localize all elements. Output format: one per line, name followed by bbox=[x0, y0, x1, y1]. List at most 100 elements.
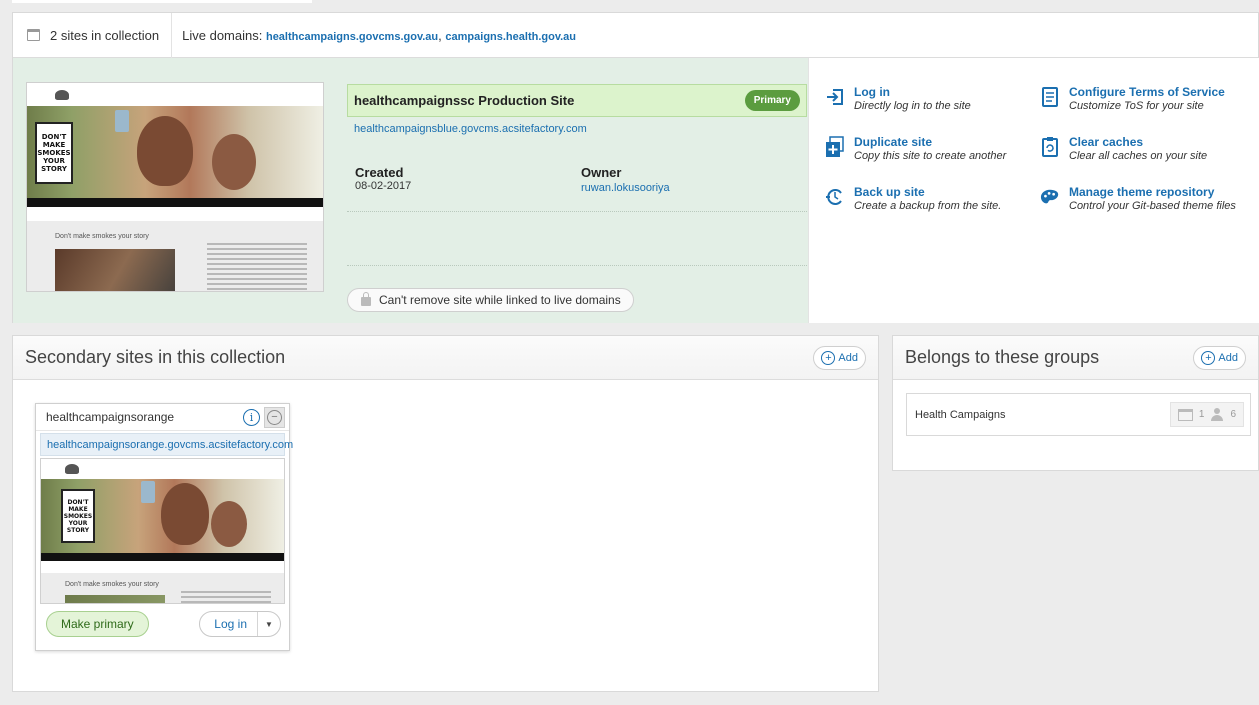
preview-bar bbox=[27, 198, 323, 207]
person-shape bbox=[137, 116, 193, 186]
primary-site-thumbnail[interactable]: DON'T MAKE SMOKES YOUR STORY Don't make smok… bbox=[26, 82, 324, 292]
secondary-site-card-header: healthcampaignsorange i − bbox=[36, 404, 289, 431]
action-title: Back up site bbox=[854, 185, 925, 199]
secondary-sites-heading: Secondary sites in this collection bbox=[25, 347, 286, 367]
primary-site-title: healthcampaignssc Production Site bbox=[354, 93, 575, 108]
plus-circle-icon: + bbox=[1201, 350, 1216, 365]
action-manage-theme-repository[interactable]: Manage theme repository Control your Git-… bbox=[1040, 185, 1236, 213]
action-duplicate-site[interactable]: Duplicate site Copy this site to create a… bbox=[825, 135, 1006, 163]
group-item[interactable]: Health Campaigns 1 6 bbox=[906, 393, 1251, 436]
user-icon bbox=[1210, 408, 1224, 421]
caret-down-icon[interactable]: ▼ bbox=[258, 620, 280, 629]
owner-label: Owner bbox=[581, 165, 622, 180]
preview-intro: Don't make smokes your story bbox=[55, 233, 149, 240]
group-user-count: 6 bbox=[1230, 409, 1236, 420]
preview-sign: DON'T MAKE SMOKES YOUR STORY bbox=[35, 122, 73, 184]
collection-panel: 2 sites in collection Live domains: heal… bbox=[12, 12, 1259, 323]
add-group-button[interactable]: + Add bbox=[1193, 345, 1246, 370]
primary-site-area: DON'T MAKE SMOKES YOUR STORY Don't make smok… bbox=[13, 58, 808, 323]
action-log-in[interactable]: Log in Directly log in to the site bbox=[825, 85, 971, 113]
action-clear-caches[interactable]: Clear caches Clear all caches on your sit… bbox=[1040, 135, 1207, 163]
secondary-sites-header: Secondary sites in this collection + Add bbox=[13, 336, 878, 380]
secondary-site-name: healthcampaignsorange bbox=[46, 410, 175, 424]
action-subtitle: Customize ToS for your site bbox=[1069, 100, 1204, 112]
preview-bar bbox=[41, 553, 284, 561]
remove-site-label: Can't remove site while linked to live d… bbox=[379, 293, 621, 307]
preview-header bbox=[27, 83, 323, 106]
group-stats: 1 6 bbox=[1169, 402, 1244, 427]
backup-icon bbox=[825, 187, 845, 207]
action-title: Duplicate site bbox=[854, 135, 933, 149]
phone-shape bbox=[141, 481, 155, 503]
duplicate-icon bbox=[825, 136, 845, 157]
add-secondary-site-button[interactable]: + Add bbox=[813, 345, 866, 370]
preview-image bbox=[55, 249, 175, 291]
secondary-site-thumbnail[interactable]: DON'T MAKE SMOKES YOUR STORY Don't make smok… bbox=[40, 458, 285, 604]
groups-header: Belongs to these groups + Add bbox=[893, 336, 1258, 380]
preview-text-lines bbox=[207, 243, 307, 291]
primary-site-title-bar: healthcampaignssc Production Site Primar… bbox=[347, 84, 807, 117]
preview-nav bbox=[27, 207, 323, 221]
preview-image bbox=[65, 595, 165, 603]
site-meta: Created 08-02-2017 Owner ruwan.lokusoori… bbox=[355, 165, 807, 194]
make-primary-button[interactable]: Make primary bbox=[46, 611, 149, 637]
remove-site-disabled-button[interactable]: Can't remove site while linked to live d… bbox=[347, 288, 634, 312]
site-actions: Log in Directly log in to the site Config… bbox=[808, 58, 1259, 323]
owner-link[interactable]: ruwan.lokusooriya bbox=[581, 182, 670, 194]
preview-sign: DON'T MAKE SMOKES YOUR STORY bbox=[61, 489, 95, 543]
action-subtitle: Copy this site to create another bbox=[854, 150, 1007, 162]
phone-shape bbox=[115, 110, 129, 132]
preview-nav bbox=[41, 561, 284, 573]
preview-hero: DON'T MAKE SMOKES YOUR STORY bbox=[27, 106, 323, 198]
plus-circle-icon: + bbox=[821, 350, 836, 365]
collection-header: 2 sites in collection Live domains: heal… bbox=[13, 12, 1258, 58]
secondary-login-button[interactable]: Log in bbox=[200, 612, 258, 636]
crest-icon bbox=[55, 89, 69, 100]
collection-count-label: 2 sites in collection bbox=[50, 27, 160, 43]
top-strip bbox=[0, 0, 1259, 3]
secondary-site-card: healthcampaignsorange i − healthcampaign… bbox=[35, 403, 293, 651]
live-domain-link-1[interactable]: healthcampaigns.govcms.gov.au bbox=[266, 31, 438, 43]
preview-body: Don't make smokes your story bbox=[27, 221, 323, 291]
window-icon bbox=[27, 29, 40, 41]
person-shape bbox=[211, 501, 247, 547]
action-configure-tos[interactable]: Configure Terms of Service Customize ToS … bbox=[1040, 85, 1225, 113]
live-domains: Live domains: healthcampaigns.govcms.gov… bbox=[172, 28, 576, 43]
preview-text-lines bbox=[181, 591, 271, 603]
groups-panel: Belongs to these groups + Add Health Cam… bbox=[892, 335, 1259, 471]
action-subtitle: Directly log in to the site bbox=[854, 100, 971, 112]
preview-hero: DON'T MAKE SMOKES YOUR STORY bbox=[41, 479, 284, 553]
action-subtitle: Clear all caches on your site bbox=[1069, 150, 1208, 162]
minus-circle-icon: − bbox=[267, 409, 282, 425]
preview-intro: Don't make smokes your story bbox=[65, 581, 159, 588]
preview-body: Don't make smokes your story bbox=[41, 573, 284, 603]
secondary-site-url[interactable]: healthcampaignsorange.govcms.acsitefacto… bbox=[40, 433, 293, 456]
created-label: Created bbox=[355, 165, 404, 180]
action-back-up-site[interactable]: Back up site Create a backup from the sit… bbox=[825, 185, 1001, 213]
palette-icon bbox=[1040, 187, 1060, 207]
live-domain-separator: , bbox=[438, 27, 442, 43]
action-subtitle: Create a backup from the site. bbox=[854, 200, 1002, 212]
crest-icon bbox=[65, 464, 79, 474]
collection-count: 2 sites in collection bbox=[13, 12, 173, 58]
secondary-sites-panel: Secondary sites in this collection + Add… bbox=[12, 335, 879, 692]
action-title: Manage theme repository bbox=[1069, 185, 1215, 199]
window-icon bbox=[1177, 408, 1193, 421]
person-shape bbox=[161, 483, 209, 545]
preview-header bbox=[41, 459, 284, 479]
action-title: Configure Terms of Service bbox=[1069, 85, 1225, 99]
remove-site-button[interactable]: − bbox=[264, 406, 285, 428]
action-title: Clear caches bbox=[1069, 135, 1144, 149]
person-shape bbox=[212, 134, 256, 190]
lock-icon bbox=[361, 292, 371, 306]
divider bbox=[347, 265, 807, 266]
add-label: Add bbox=[838, 351, 858, 364]
primary-site-url[interactable]: healthcampaignsblue.govcms.acsitefactory… bbox=[354, 123, 807, 135]
primary-site-info: healthcampaignssc Production Site Primar… bbox=[347, 84, 807, 312]
group-name: Health Campaigns bbox=[915, 408, 1006, 421]
live-domains-label: Live domains: bbox=[182, 27, 263, 43]
live-domain-link-2[interactable]: campaigns.health.gov.au bbox=[445, 31, 576, 43]
login-icon bbox=[825, 87, 845, 107]
info-icon[interactable]: i bbox=[243, 408, 260, 426]
divider bbox=[347, 211, 807, 212]
